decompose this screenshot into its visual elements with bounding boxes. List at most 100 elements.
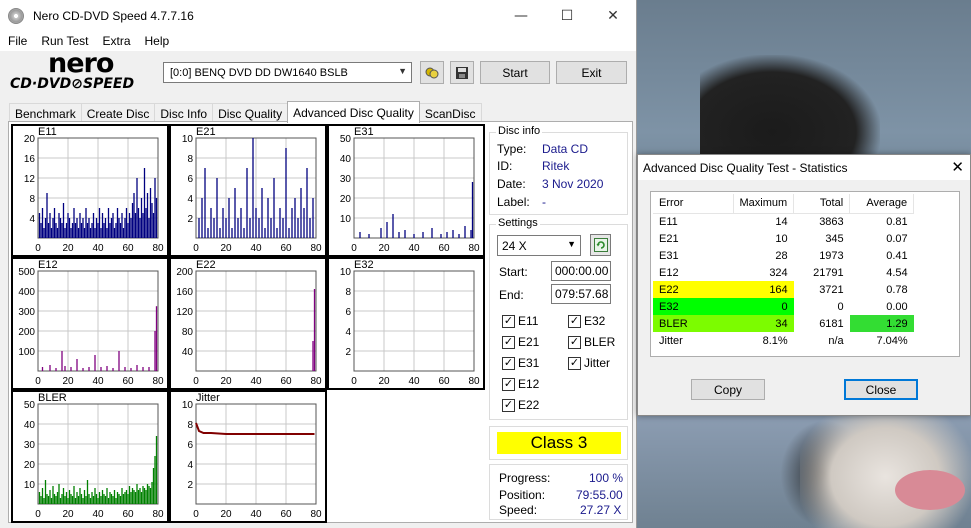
y-tick-label: 8: [187, 420, 193, 431]
checkbox-e22-label: E22: [518, 398, 540, 412]
start-time-input[interactable]: 000:00.00: [551, 261, 611, 281]
y-tick-label: 12: [24, 174, 36, 185]
tab-disc-info[interactable]: Disc Info: [154, 103, 214, 123]
header-error: Error: [653, 194, 734, 214]
y-tick-label: 200: [176, 267, 193, 278]
cell-error: E11: [659, 215, 678, 228]
dialog-close-button[interactable]: Close: [844, 379, 918, 400]
disc-info-heading: Disc info: [496, 125, 543, 137]
y-tick-label: 400: [18, 287, 35, 298]
menu-help[interactable]: Help: [139, 34, 176, 48]
checkbox-e11-label: E11: [518, 314, 539, 328]
dialog-title: Advanced Disc Quality Test - Statistics: [643, 160, 848, 175]
chart-title: BLER: [38, 392, 67, 404]
cell-max: 8.1%: [762, 334, 788, 347]
x-tick-label: 20: [62, 243, 74, 254]
tab-benchmark[interactable]: Benchmark: [9, 103, 82, 123]
checkbox-bler[interactable]: ✓ BLER: [568, 335, 615, 349]
tab-disc-quality[interactable]: Disc Quality: [212, 103, 289, 123]
checkbox-jitter-label: Jitter: [584, 356, 611, 370]
chart-svg: 10 20 30 40 50 0 20 40 60 80: [340, 134, 480, 254]
y-tick-label: 300: [18, 307, 35, 318]
chart-bler: 10 20 30 40 50 0 20 40 60 80 BLER: [11, 390, 169, 523]
dialog-close-icon[interactable]: ✕: [951, 158, 964, 176]
checkmark-icon: ✓: [502, 398, 515, 412]
y-tick-label: 40: [24, 420, 36, 431]
charts-grid: 4 8 12 16 20 0 20 40 60 80 E11 2 4 6 8 10 0 20 40 60 80 E21 …: [11, 124, 485, 523]
menu-extra[interactable]: Extra: [96, 34, 136, 48]
tab-create-disc[interactable]: Create Disc: [80, 103, 156, 123]
y-tick-label: 10: [340, 267, 352, 278]
refresh-speed-button[interactable]: [590, 234, 611, 256]
cell-avg: 7.04%: [876, 334, 908, 347]
copy-button[interactable]: Copy: [691, 379, 765, 400]
end-time-input[interactable]: 079:57.68: [551, 284, 611, 304]
dialog-title-bar[interactable]: Advanced Disc Quality Test - Statistics …: [638, 155, 970, 180]
tab-scandisc[interactable]: ScanDisc: [418, 103, 482, 123]
checkbox-e21[interactable]: ✓ E21: [502, 335, 539, 349]
checkbox-e11[interactable]: ✓ E11: [502, 314, 538, 328]
start-button[interactable]: Start: [480, 61, 550, 84]
y-tick-label: 2: [345, 347, 351, 358]
y-tick-label: 2: [187, 480, 193, 491]
checkbox-e32[interactable]: ✓ E32: [568, 314, 605, 328]
save-button[interactable]: [450, 61, 474, 84]
speed-select[interactable]: 24 X ▼: [497, 235, 581, 256]
menu-file[interactable]: File: [2, 34, 33, 48]
x-tick-label: 40: [408, 376, 420, 387]
drive-select[interactable]: [0:0] BENQ DVD DD DW1640 BSLB ▼: [163, 62, 412, 83]
y-tick-label: 4: [29, 214, 35, 225]
checkbox-jitter[interactable]: ✓ Jitter: [568, 356, 610, 370]
chart-e11: 4 8 12 16 20 0 20 40 60 80 E11: [11, 124, 169, 257]
table-row: E32 0 0 0.00: [653, 298, 914, 315]
speed-value: 27.27 X: [580, 503, 622, 517]
y-tick-label: 2: [187, 214, 193, 225]
wallpaper-cat-body: [800, 400, 971, 528]
menu-run-test[interactable]: Run Test: [35, 34, 94, 48]
close-button[interactable]: ✕: [590, 0, 636, 31]
x-tick-label: 80: [468, 376, 480, 387]
y-tick-label: 20: [24, 134, 36, 145]
cell-total: 6181: [819, 317, 844, 330]
chart-title: E22: [196, 259, 216, 271]
y-tick-label: 10: [340, 214, 352, 225]
class-result-badge: Class 3: [497, 432, 621, 454]
chart-title: E12: [38, 259, 58, 271]
table-header-row: Error Maximum Total Average: [653, 194, 915, 214]
data-line: [195, 422, 315, 435]
refresh-icon: [593, 238, 608, 252]
checkbox-e12[interactable]: ✓ E12: [502, 377, 539, 391]
chart-e31: 10 20 30 40 50 0 20 40 60 80 E31: [327, 124, 485, 257]
main-window: Nero CD-DVD Speed 4.7.7.16 — ☐ ✕ File Ru…: [0, 0, 637, 528]
x-tick-label: 0: [35, 509, 41, 520]
checkmark-icon: ✓: [502, 335, 515, 349]
x-tick-label: 40: [250, 376, 262, 387]
cell-max: 164: [733, 281, 794, 298]
maximize-button[interactable]: ☐: [544, 0, 590, 31]
y-tick-label: 40: [182, 347, 194, 358]
table-row: E11 14 3863 0.81: [653, 213, 914, 230]
y-tick-label: 10: [182, 400, 194, 411]
x-tick-label: 60: [122, 509, 134, 520]
x-tick-label: 80: [310, 509, 322, 520]
x-tick-label: 20: [62, 376, 74, 387]
checkbox-e31-label: E31: [518, 356, 540, 370]
cell-total: 0: [837, 300, 844, 313]
speed-select-value: 24 X: [502, 238, 527, 253]
y-tick-label: 40: [340, 154, 352, 165]
drive-info-button[interactable]: [420, 61, 444, 84]
checkbox-e31[interactable]: ✓ E31: [502, 356, 539, 370]
exit-button[interactable]: Exit: [556, 61, 627, 84]
x-tick-label: 20: [220, 509, 232, 520]
chart-title: E31: [354, 126, 374, 138]
x-tick-label: 0: [193, 376, 199, 387]
x-tick-label: 40: [250, 509, 262, 520]
title-bar[interactable]: Nero CD-DVD Speed 4.7.7.16 — ☐ ✕: [0, 0, 636, 31]
tab-advanced-disc-quality[interactable]: Advanced Disc Quality: [287, 101, 420, 123]
statistics-table: Error Maximum Total Average E11 14 3863 …: [653, 194, 915, 349]
id-value: Ritek: [542, 159, 570, 173]
checkbox-e22[interactable]: ✓ E22: [502, 398, 539, 412]
minimize-button[interactable]: —: [498, 0, 544, 31]
y-tick-label: 120: [176, 307, 193, 318]
x-tick-label: 60: [122, 376, 134, 387]
